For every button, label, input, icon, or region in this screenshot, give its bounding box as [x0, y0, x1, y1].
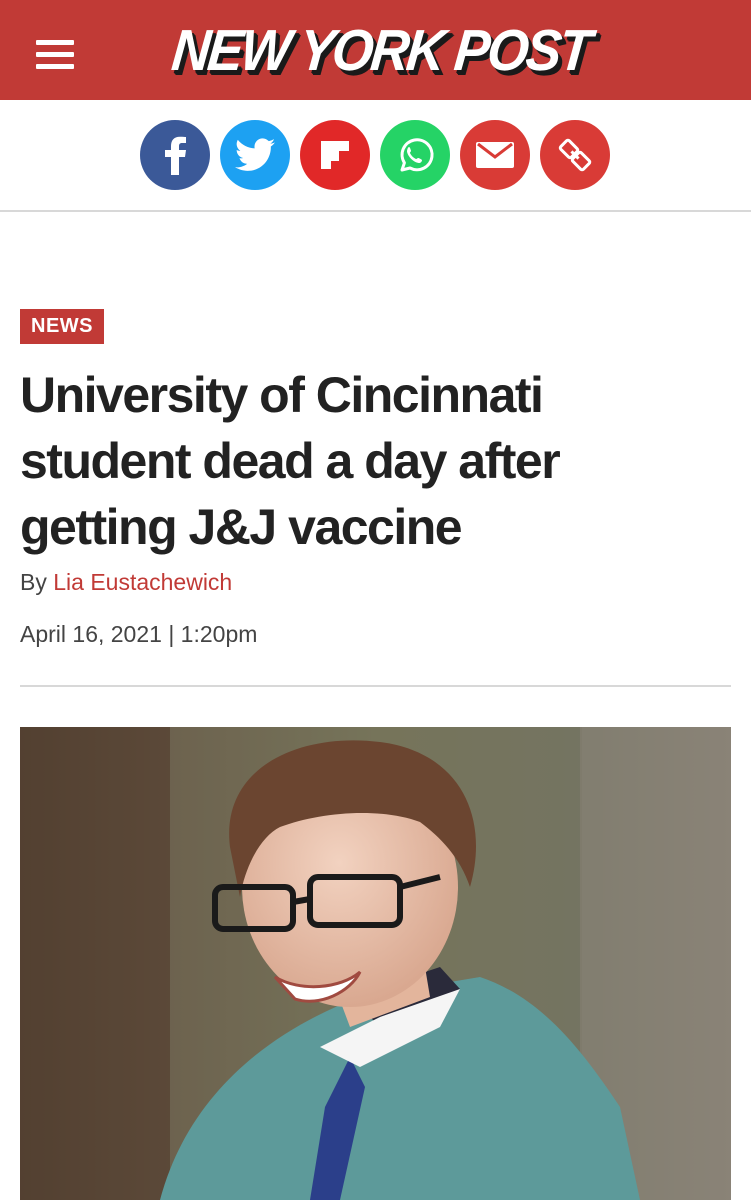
logo-text: NEW YORK POST: [168, 17, 592, 83]
byline-prefix: By: [20, 569, 54, 595]
whatsapp-icon: [400, 138, 434, 172]
section-tag[interactable]: NEWS: [20, 309, 104, 344]
author-link[interactable]: Lia Eustachewich: [53, 569, 232, 595]
menu-icon[interactable]: [36, 40, 74, 70]
email-share-button[interactable]: [460, 120, 530, 190]
share-bar: [0, 100, 751, 212]
twitter-icon: [235, 138, 275, 171]
facebook-icon: [165, 136, 186, 175]
headline-line: getting J&J vaccine: [20, 499, 463, 555]
twitter-share-button[interactable]: [220, 120, 290, 190]
headline-line: University of Cincinnati: [20, 367, 544, 423]
article-photo: [20, 727, 731, 1200]
copy-link-button[interactable]: [540, 120, 610, 190]
publish-date: April 16, 2021 | 1:20pm: [20, 621, 258, 647]
site-header: NEW YORK POST: [0, 0, 751, 100]
byline: By Lia Eustachewich: [20, 566, 232, 598]
headline-line: student dead a day after: [20, 433, 561, 489]
article-headline: University of Cincinnati student dead a …: [20, 362, 731, 560]
flipboard-icon: [321, 141, 349, 169]
email-icon: [476, 142, 514, 168]
flipboard-share-button[interactable]: [300, 120, 370, 190]
portrait-illustration: [20, 727, 731, 1200]
link-icon: [558, 138, 592, 172]
whatsapp-share-button[interactable]: [380, 120, 450, 190]
facebook-share-button[interactable]: [140, 120, 210, 190]
divider: [20, 685, 731, 687]
site-logo[interactable]: NEW YORK POST: [160, 14, 600, 86]
